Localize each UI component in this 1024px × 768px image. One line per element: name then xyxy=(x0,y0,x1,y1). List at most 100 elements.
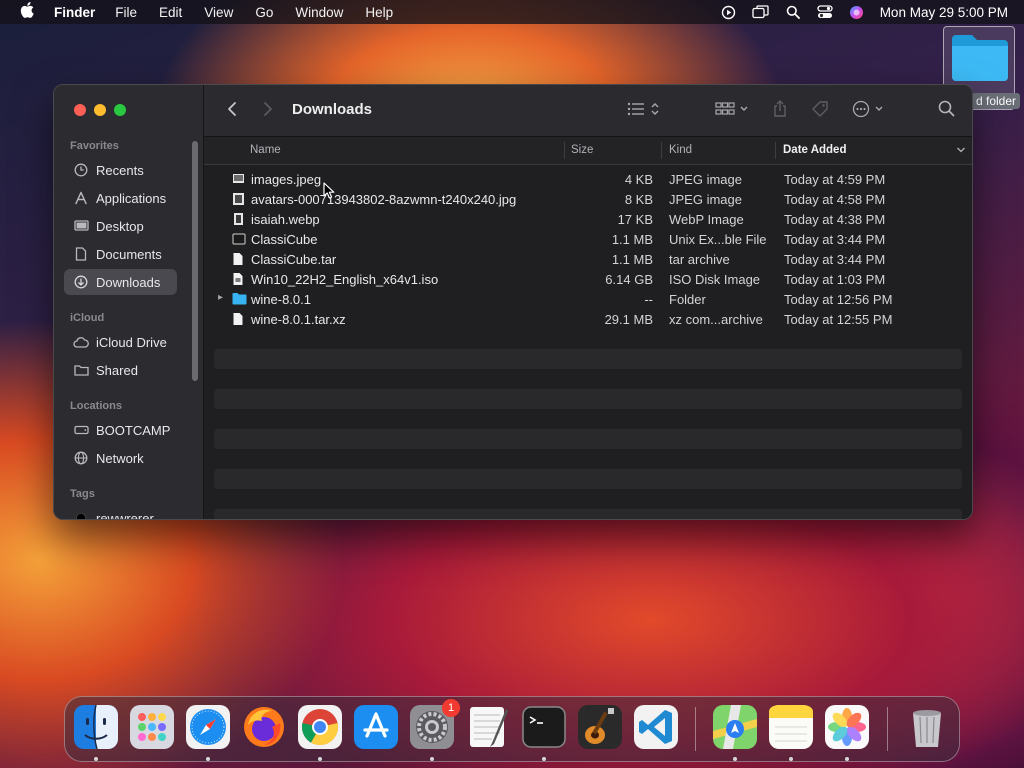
file-kind: Unix Ex...ble File xyxy=(669,232,767,247)
terminal-icon xyxy=(522,706,566,748)
dock-separator xyxy=(887,707,888,751)
file-row[interactable]: Win10_22H2_English_x64v1.iso 6.14 GB ISO… xyxy=(214,269,962,289)
back-button[interactable] xyxy=(222,99,242,123)
tags-button[interactable] xyxy=(808,99,832,123)
spotlight-icon[interactable] xyxy=(784,4,802,20)
sidebar-item-network[interactable]: Network xyxy=(64,445,177,471)
column-header-size[interactable]: Size xyxy=(571,144,593,156)
column-header-name[interactable]: Name xyxy=(250,144,281,156)
dock-photos[interactable] xyxy=(825,705,869,749)
screen-mirroring-icon[interactable] xyxy=(752,4,770,20)
dock-vscode[interactable] xyxy=(634,705,678,749)
dock-trash[interactable] xyxy=(905,705,949,749)
column-divider[interactable] xyxy=(564,142,565,159)
menubar-clock[interactable]: Mon May 29 5:00 PM xyxy=(880,5,1008,20)
dock-garageband[interactable] xyxy=(578,705,622,749)
sidebar-item-label: Shared xyxy=(96,362,138,378)
sidebar-item-tag[interactable]: rewwrerer xyxy=(64,505,177,519)
running-indicator xyxy=(542,757,546,761)
minimize-window-button[interactable] xyxy=(94,104,106,116)
dock-chrome[interactable] xyxy=(298,705,342,749)
menu-go[interactable]: Go xyxy=(255,5,273,20)
app-name-menu[interactable]: Finder xyxy=(54,5,95,20)
column-header-kind[interactable]: Kind xyxy=(669,144,692,156)
search-icon xyxy=(938,100,955,122)
siri-icon[interactable] xyxy=(848,4,866,20)
dock-maps[interactable] xyxy=(713,705,757,749)
dock-launchpad[interactable] xyxy=(130,705,174,749)
forward-button[interactable] xyxy=(258,99,278,123)
tag-icon xyxy=(811,100,829,123)
file-row[interactable]: isaiah.webp 17 KB WebP Image Today at 4:… xyxy=(214,209,962,229)
sidebar-item-desktop[interactable]: Desktop xyxy=(64,213,177,239)
dock-app-store[interactable] xyxy=(354,705,398,749)
grid-group-icon xyxy=(715,101,751,122)
sidebar-item-label: Recents xyxy=(96,162,144,178)
search-button[interactable] xyxy=(934,99,958,123)
network-icon xyxy=(72,451,90,465)
group-by-button[interactable] xyxy=(714,99,752,123)
guitar-icon xyxy=(578,705,622,749)
control-center-icon[interactable] xyxy=(816,4,834,20)
file-date-added: Today at 4:59 PM xyxy=(784,172,886,187)
disclosure-triangle-icon[interactable]: ▸ xyxy=(218,292,223,303)
launchpad-icon xyxy=(130,705,174,749)
sort-chevron-icon[interactable] xyxy=(956,145,966,157)
desktop-folder-label: d folder xyxy=(972,93,1021,109)
apple-menu-icon[interactable] xyxy=(14,2,40,22)
column-divider[interactable] xyxy=(775,142,776,159)
sidebar-item-downloads[interactable]: Downloads xyxy=(64,269,177,295)
file-kind: ISO Disk Image xyxy=(669,272,761,287)
cloud-icon xyxy=(72,336,90,348)
column-divider[interactable] xyxy=(661,142,662,159)
dock-terminal[interactable] xyxy=(522,705,566,749)
sidebar-item-documents[interactable]: Documents xyxy=(64,241,177,267)
file-row[interactable]: ClassiCube 1.1 MB Unix Ex...ble File Tod… xyxy=(214,229,962,249)
screen-recording-icon[interactable] xyxy=(720,4,738,20)
file-name: Win10_22H2_English_x64v1.iso xyxy=(251,272,439,287)
sidebar-item-bootcamp[interactable]: BOOTCAMP xyxy=(64,417,177,443)
menu-view[interactable]: View xyxy=(204,5,233,20)
menu-file[interactable]: File xyxy=(115,5,137,20)
sidebar-scrollbar[interactable] xyxy=(192,141,198,381)
zoom-window-button[interactable] xyxy=(114,104,126,116)
applications-icon xyxy=(72,191,90,205)
dock-system-settings[interactable]: 1 xyxy=(410,699,460,749)
empty-row xyxy=(214,349,962,369)
file-kind: JPEG image xyxy=(669,172,742,187)
file-size: 4 KB xyxy=(624,172,653,187)
app-store-icon xyxy=(354,705,398,749)
dock-finder[interactable] xyxy=(74,704,118,750)
file-kind: tar archive xyxy=(669,252,730,267)
shared-folder-icon xyxy=(72,364,90,376)
action-menu-button[interactable] xyxy=(850,99,890,123)
file-name: images.jpeg xyxy=(251,172,322,187)
file-row[interactable]: ▸ wine-8.0.1 -- Folder Today at 12:56 PM xyxy=(214,289,962,309)
file-row[interactable]: ClassiCube.tar 1.1 MB tar archive Today … xyxy=(214,249,962,269)
empty-row xyxy=(214,469,962,489)
share-icon xyxy=(773,99,787,123)
close-window-button[interactable] xyxy=(74,104,86,116)
dock-notes[interactable] xyxy=(769,705,813,749)
sidebar-item-applications[interactable]: Applications xyxy=(64,185,177,211)
share-button[interactable] xyxy=(770,99,790,123)
dock-textedit[interactable] xyxy=(466,705,510,749)
sidebar-item-recents[interactable]: Recents xyxy=(64,157,177,183)
running-indicator xyxy=(845,757,849,761)
dock-safari[interactable] xyxy=(186,705,230,749)
column-header-date-added[interactable]: Date Added xyxy=(783,144,846,156)
empty-row xyxy=(214,329,962,349)
menu-window[interactable]: Window xyxy=(295,5,343,20)
dock-firefox[interactable] xyxy=(242,705,286,749)
view-mode-button[interactable] xyxy=(624,99,664,123)
file-row[interactable]: wine-8.0.1.tar.xz 29.1 MB xz com...archi… xyxy=(214,309,962,329)
sidebar-item-label: iCloud Drive xyxy=(96,334,167,350)
menu-edit[interactable]: Edit xyxy=(159,5,182,20)
empty-row xyxy=(214,429,962,449)
window-controls xyxy=(74,104,126,116)
dock-separator xyxy=(695,707,696,751)
sidebar-item-icloud-drive[interactable]: iCloud Drive xyxy=(64,329,177,355)
menu-help[interactable]: Help xyxy=(365,5,393,20)
finder-icon xyxy=(74,704,118,750)
sidebar-item-shared[interactable]: Shared xyxy=(64,357,177,383)
